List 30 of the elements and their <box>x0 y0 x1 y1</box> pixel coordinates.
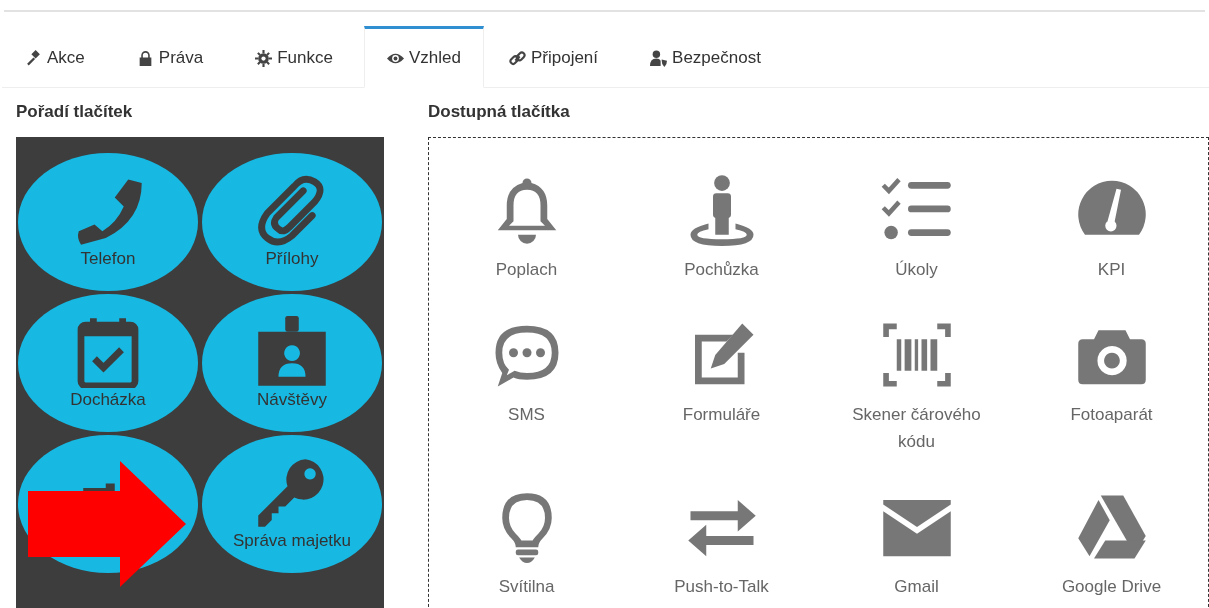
button-label[interactable]: Formuláře <box>682 401 761 428</box>
app-button[interactable]: Správa majetku <box>202 435 382 573</box>
gavel-icon <box>25 49 42 67</box>
button-label[interactable]: Poplach <box>495 256 558 283</box>
app-button[interactable]: Přílohy <box>202 153 382 291</box>
button-label[interactable]: Gmail <box>894 573 939 600</box>
button-label[interactable]: Pochůzka <box>684 256 759 283</box>
button-label[interactable]: KPI <box>1097 256 1126 283</box>
tab[interactable]: Funkce <box>232 26 362 88</box>
button-label[interactable]: Google Drive <box>1061 573 1162 600</box>
tab[interactable]: Práva <box>113 26 233 88</box>
user-shield-icon <box>650 49 668 67</box>
tab[interactable]: Bezpečnost <box>627 26 790 88</box>
button-label[interactable]: Push-to-Talk <box>674 573 769 600</box>
tab[interactable]: Vzhled <box>363 26 484 88</box>
section-title: Dostupná tlačítka <box>428 102 570 123</box>
app-button[interactable]: Návštěvy <box>202 294 382 432</box>
button-label[interactable]: Úkoly <box>895 256 938 283</box>
button-label[interactable]: Svítilna <box>498 573 555 600</box>
tab[interactable]: Připojení <box>485 26 628 88</box>
id-badge-icon <box>256 316 328 388</box>
link-icon <box>508 49 526 67</box>
settings-icon <box>255 49 273 67</box>
section-title: Pořadí tlačítek <box>16 102 133 123</box>
app-button[interactable]: Telefon <box>18 153 198 291</box>
tab[interactable]: Akce <box>2 26 114 88</box>
button-label[interactable]: Skener čárového kódu <box>831 401 1002 455</box>
button-label[interactable]: Fotoaparát <box>1070 401 1153 428</box>
button-label[interactable]: SMS <box>508 401 545 428</box>
app-button[interactable]: Docházka <box>18 294 198 432</box>
